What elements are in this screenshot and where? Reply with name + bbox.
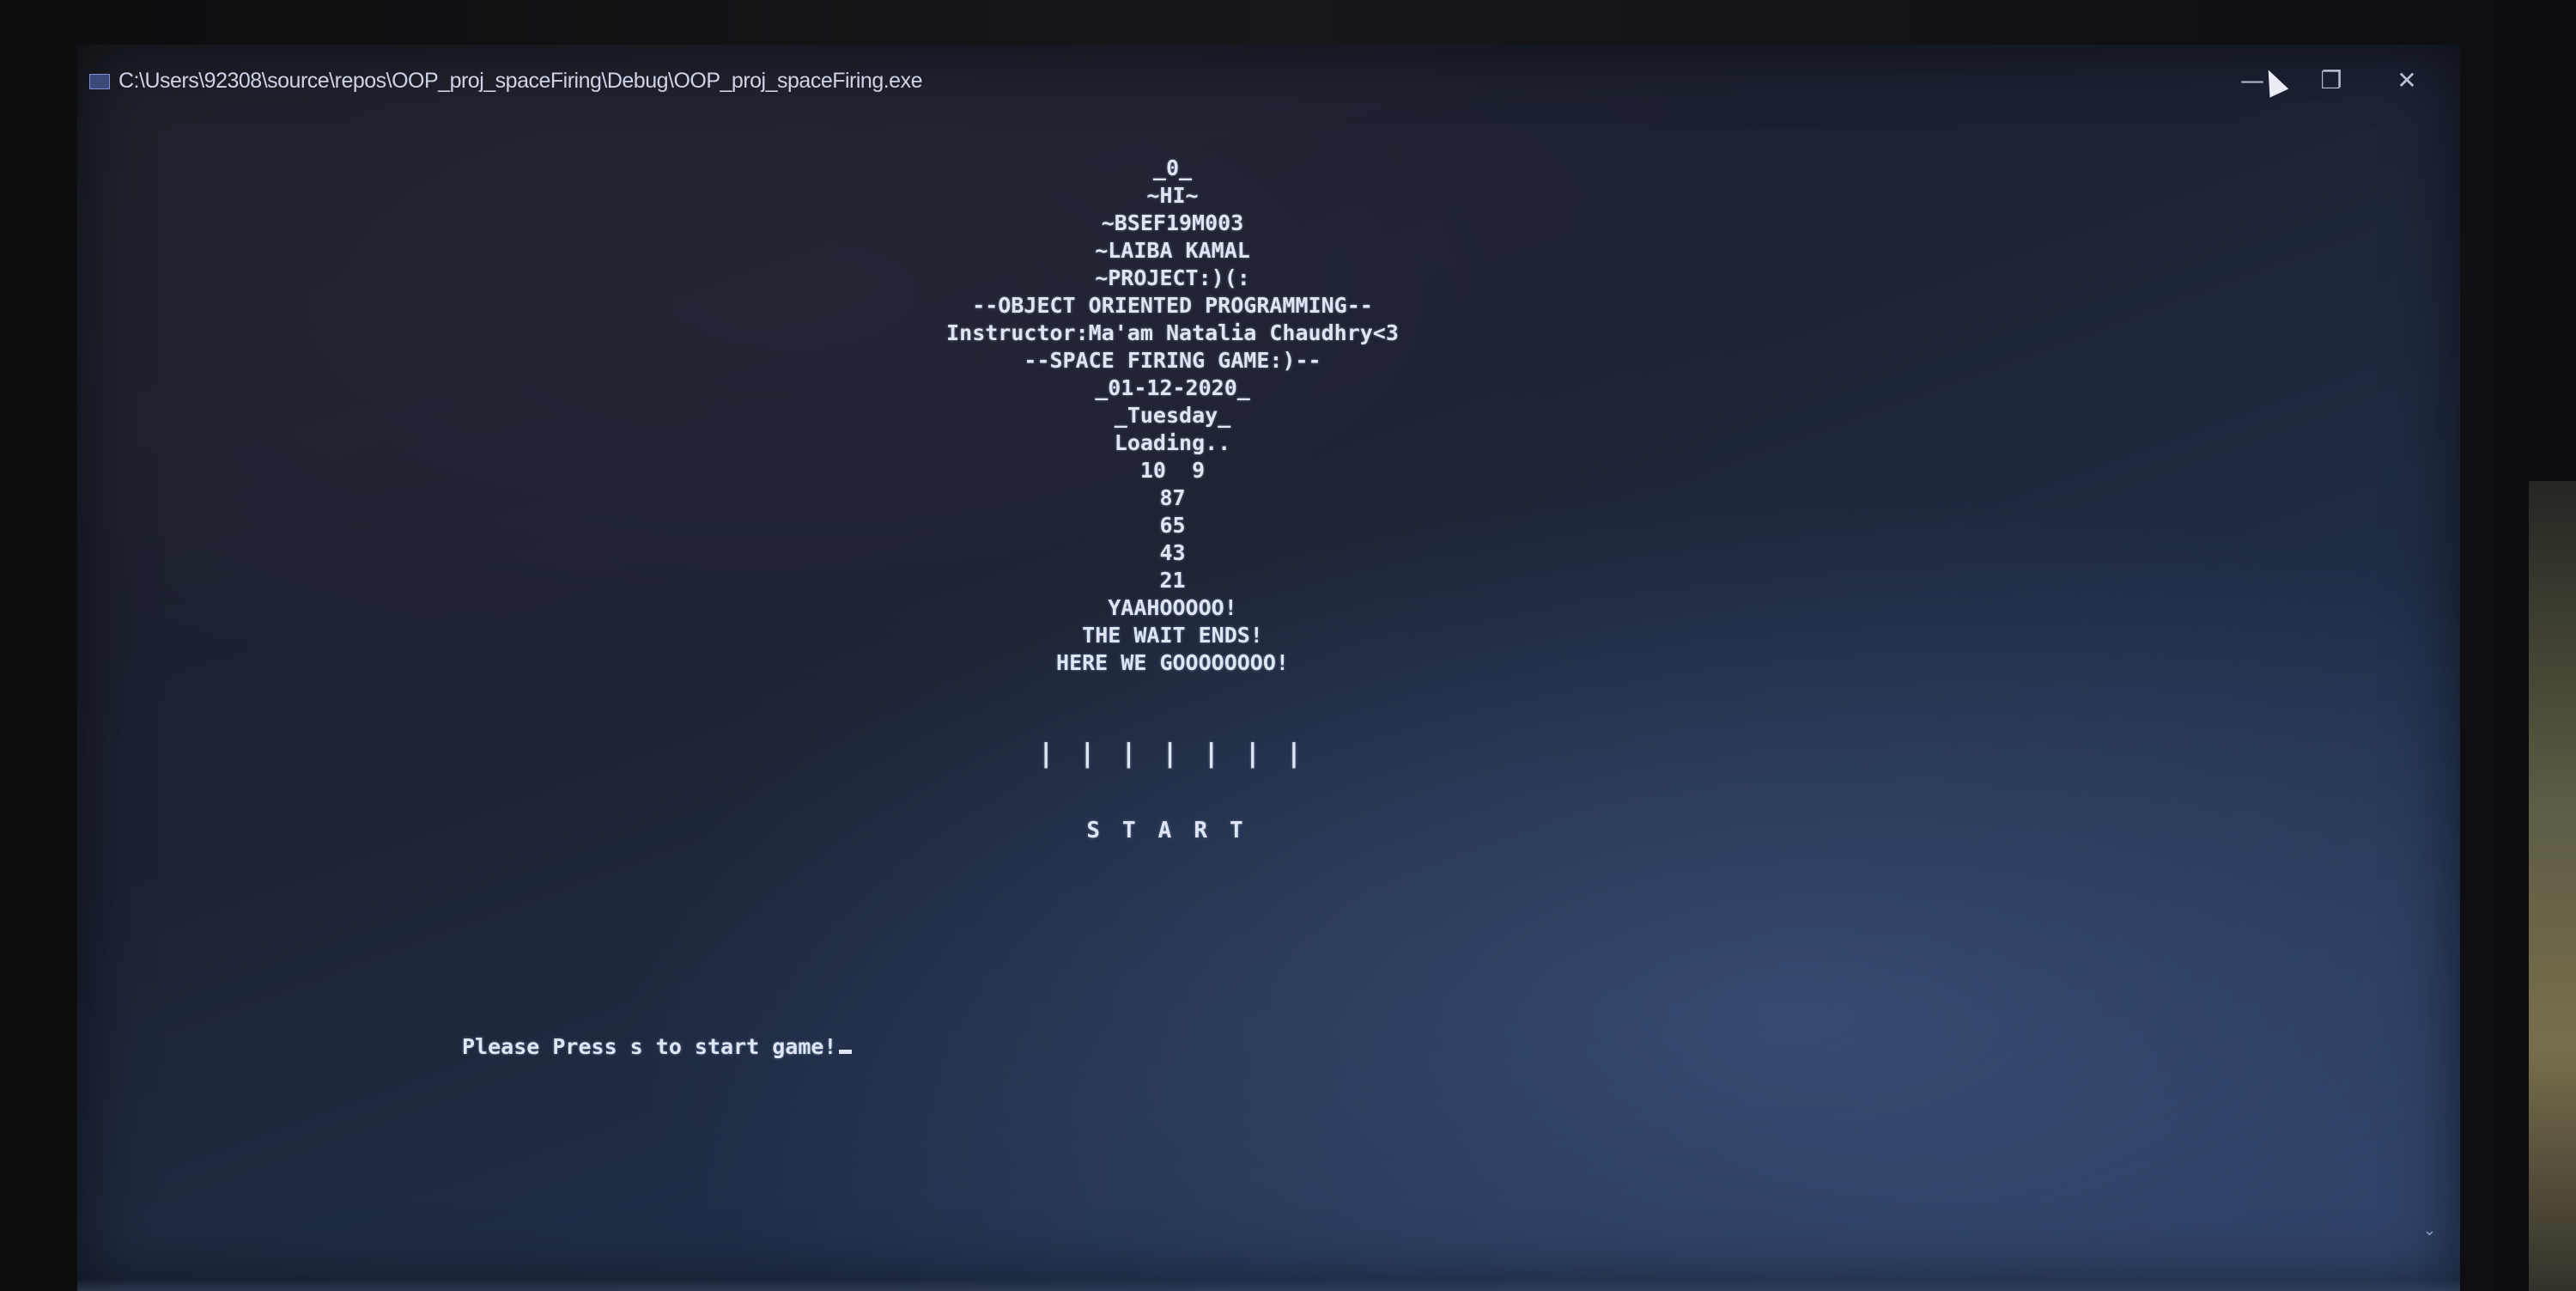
banner-line: 65 [1159,513,1186,538]
banner-line: 43 [1159,540,1186,565]
banner-line: ~HI~ [1146,183,1199,208]
banner-line: Loading.. [1114,430,1231,455]
text-cursor [838,1050,852,1054]
banner-line: 10 9 [1139,458,1206,483]
banner-line: _Tuesday_ [1114,403,1231,428]
scroll-down-icon[interactable]: ⌄ [2423,1221,2436,1239]
banner-line: YAAHOOOOO! [1108,595,1237,620]
ascii-banner: _0_ ~HI~ ~BSEF19M003 ~LAIBA KAMAL ~PROJECT:)… [77,155,2460,677]
screen-bottom-edge [77,1279,2460,1291]
start-label: START [77,818,2460,843]
prompt-text: Please Press s to start game! [462,1034,837,1059]
banner-line: 87 [1159,485,1186,510]
banner-line: --SPACE FIRING GAME:)-- [1024,348,1321,373]
banner-line: HERE WE GOOOOOOOO! [1056,650,1289,675]
banner-line: ~LAIBA KAMAL [1095,238,1250,263]
loading-bars-text: | | | | | | | [1038,739,1307,769]
start-prompt[interactable]: Please Press s to start game! [462,1034,852,1059]
desk-background [2529,481,2576,1291]
laptop-screen: C:\Users\92308\source\repos\OOP_proj_spa… [77,45,2460,1291]
start-text: START [1086,818,1266,843]
banner-line: --OBJECT ORIENTED PROGRAMMING-- [972,293,1373,318]
console-output: _0_ ~HI~ ~BSEF19M003 ~LAIBA KAMAL ~PROJECT:)… [77,45,2460,1291]
photo-frame: C:\Users\92308\source\repos\OOP_proj_spa… [0,0,2576,1291]
banner-line: THE WAIT ENDS! [1082,623,1263,648]
banner-line: Instructor:Ma'am Natalia Chaudhry<3 [946,320,1399,345]
banner-line: _01-12-2020_ [1095,375,1250,400]
loading-bars: | | | | | | | [77,739,2460,769]
banner-line: ~BSEF19M003 [1101,210,1244,235]
banner-line: _0_ [1152,155,1193,180]
banner-line: 21 [1159,568,1186,593]
banner-line: ~PROJECT:)(: [1095,265,1250,290]
